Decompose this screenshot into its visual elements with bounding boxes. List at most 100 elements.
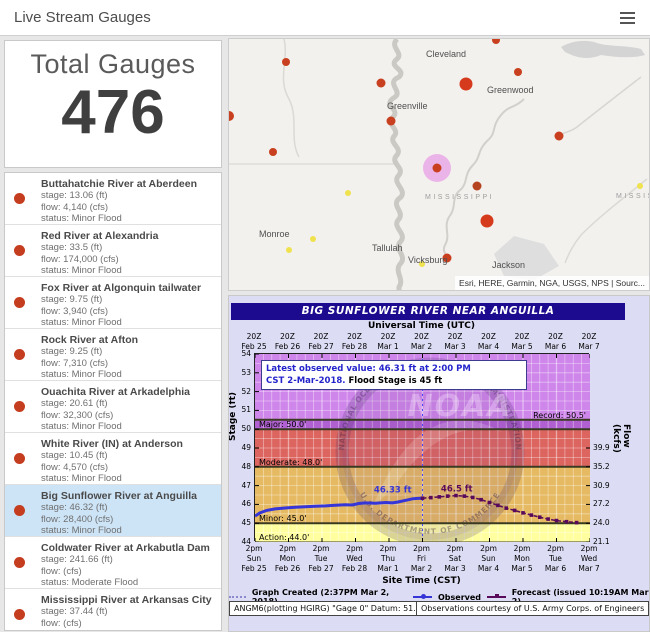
bottom-tick-date: Mar 6 — [539, 564, 573, 573]
gauge-stage: stage: 37.44 (ft) — [41, 606, 217, 618]
bottom-tick-day: Tue — [304, 554, 338, 563]
flood-line-label: Action: 44.0' — [259, 533, 309, 542]
bottom-tick-hour: 2pm — [271, 544, 305, 553]
bottom-axis-label: Site Time (CST) — [254, 576, 589, 586]
chart-title: BIG SUNFLOWER RIVER NEAR ANGUILLA — [231, 303, 625, 320]
bottom-tick-hour: 2pm — [438, 544, 472, 553]
map-gauge-dot[interactable] — [345, 190, 351, 196]
gauge-name: Big Sunflower River at Anguilla — [41, 490, 217, 502]
left-axis-label: Stage (ft) — [228, 392, 238, 441]
bottom-tick-date: Mar 2 — [405, 564, 439, 573]
series-value-label: 46.5 ft — [441, 485, 473, 495]
map-gauge-dot[interactable] — [492, 39, 500, 44]
map-gauge-dot[interactable] — [269, 148, 277, 156]
gauge-stage: stage: 241.66 (ft) — [41, 554, 217, 566]
top-tick-date: Mar 1 — [371, 342, 405, 351]
stage-tick: 46 — [235, 499, 251, 508]
hamburger-menu-icon[interactable] — [612, 6, 642, 30]
map-gauge-dot[interactable] — [229, 111, 234, 121]
bottom-tick-day: Sun — [472, 554, 506, 563]
infobox-line1: Latest observed value: 46.31 ft at 2:00 … — [266, 363, 522, 375]
map-gauge-dot[interactable] — [473, 182, 482, 191]
right-axis-label: Flow (kcfs) — [611, 424, 631, 453]
gauge-stage: stage: 9.75 (ft) — [41, 294, 217, 306]
gauge-stage: stage: 13.06 (ft) — [41, 190, 217, 202]
gauge-flow: flow: 3,940 (cfs) — [41, 306, 217, 318]
list-item[interactable]: Big Sunflower River at Anguillastage: 46… — [5, 485, 221, 537]
gauge-status: status: Minor Flood — [41, 213, 217, 225]
list-item[interactable]: Rock River at Aftonstage: 9.25 (ft)flow:… — [5, 329, 221, 381]
map-city-label: Greenwood — [487, 85, 534, 95]
gauge-flow: flow: (cfs) — [41, 566, 217, 578]
list-item[interactable]: Fox River at Algonquin tailwaterstage: 9… — [5, 277, 221, 329]
list-item[interactable]: White River (IN) at Andersonstage: 10.45… — [5, 433, 221, 485]
map-view[interactable]: ClevelandGreenwoodGreenvilleMonroeTallul… — [228, 38, 650, 291]
gauge-status-dot — [14, 505, 25, 516]
gauge-status: status: Minor Flood — [41, 369, 217, 381]
top-tick-hour: 20Z — [338, 332, 372, 341]
map-gauge-dot[interactable] — [310, 236, 316, 242]
top-tick-hour: 20Z — [438, 332, 472, 341]
stage-tick: 53 — [235, 368, 251, 377]
map-gauge-dot[interactable] — [514, 68, 522, 76]
bottom-tick-day: Tue — [539, 554, 573, 563]
gauge-status: status: Minor Flood — [41, 525, 217, 537]
map-city-label: Greenville — [387, 101, 428, 111]
list-item[interactable]: Mississippi River at Arkansas Citystage:… — [5, 589, 221, 631]
gauge-name: Red River at Alexandria — [41, 230, 217, 242]
gauge-status-dot — [14, 245, 25, 256]
top-tick-hour: 20Z — [405, 332, 439, 341]
gauge-flow: flow: 4,570 (cfs) — [41, 462, 217, 474]
bottom-tick-day: Wed — [338, 554, 372, 563]
stage-tick: 50 — [235, 424, 251, 433]
top-tick-hour: 20Z — [572, 332, 606, 341]
stage-tick: 48 — [235, 462, 251, 471]
gauge-flow: flow: 7,310 (cfs) — [41, 358, 217, 370]
bottom-tick-day: Thu — [371, 554, 405, 563]
gauge-name: Fox River at Algonquin tailwater — [41, 282, 217, 294]
top-tick-date: Feb 26 — [271, 342, 305, 351]
map-gauge-dot[interactable] — [387, 117, 396, 126]
map-gauge-dot[interactable] — [377, 79, 386, 88]
bottom-tick-day: Mon — [505, 554, 539, 563]
list-item[interactable]: Ouachita River at Arkadelphiastage: 20.6… — [5, 381, 221, 433]
gauge-status-dot — [14, 609, 25, 620]
stage-tick: 51 — [235, 405, 251, 414]
map-urban-jackson — [494, 236, 559, 280]
gauge-name: Buttahatchie River at Aberdeen — [41, 178, 217, 190]
gauge-stage: stage: 46.32 (ft) — [41, 502, 217, 514]
top-tick-date: Mar 4 — [472, 342, 506, 351]
flood-line-label: Moderate: 48.0' — [259, 458, 322, 467]
gauge-stage: stage: 20.61 (ft) — [41, 398, 217, 410]
map-stream — [559, 77, 641, 136]
legend-dotted-swatch — [229, 596, 246, 598]
observations-credit-box: Observations courtesy of U.S. Army Corps… — [416, 601, 649, 616]
map-gauge-dot[interactable] — [555, 132, 564, 141]
gauge-flow: flow: 4,140 (cfs) — [41, 202, 217, 214]
flow-tick: 30.9 — [593, 481, 610, 490]
map-gauge-dot[interactable] — [460, 78, 473, 91]
gauge-status-dot — [14, 453, 25, 464]
top-tick-date: Feb 27 — [304, 342, 338, 351]
bottom-tick-hour: 2pm — [472, 544, 506, 553]
bottom-tick-date: Feb 27 — [304, 564, 338, 573]
map-state-label: MISSISSIPPI — [425, 194, 494, 201]
hamburger-bar — [620, 17, 635, 19]
infobox-line2: CST 2-Mar-2018. Flood Stage is 45 ft — [266, 375, 522, 387]
map-gauge-dot[interactable] — [282, 58, 290, 66]
stage-tick: 52 — [235, 387, 251, 396]
latest-observed-infobox: Latest observed value: 46.31 ft at 2:00 … — [261, 360, 527, 390]
stage-tick: 54 — [235, 349, 251, 358]
map-gauge-dot[interactable] — [433, 164, 442, 173]
list-item[interactable]: Red River at Alexandriastage: 33.5 (ft)f… — [5, 225, 221, 277]
flood-line-label: Major: 50.0' — [259, 420, 306, 429]
top-tick-hour: 20Z — [237, 332, 271, 341]
list-item[interactable]: Buttahatchie River at Aberdeenstage: 13.… — [5, 173, 221, 225]
gauge-stage: stage: 9.25 (ft) — [41, 346, 217, 358]
bottom-tick-day: Wed — [572, 554, 606, 563]
map-gauge-dot[interactable] — [637, 183, 643, 189]
map-gauge-dot[interactable] — [286, 247, 292, 253]
app-root: Live Stream Gauges Total Gauges 476 Butt… — [0, 0, 650, 632]
map-gauge-dot[interactable] — [481, 215, 494, 228]
list-item[interactable]: Coldwater River at Arkabutla Damstage: 2… — [5, 537, 221, 589]
